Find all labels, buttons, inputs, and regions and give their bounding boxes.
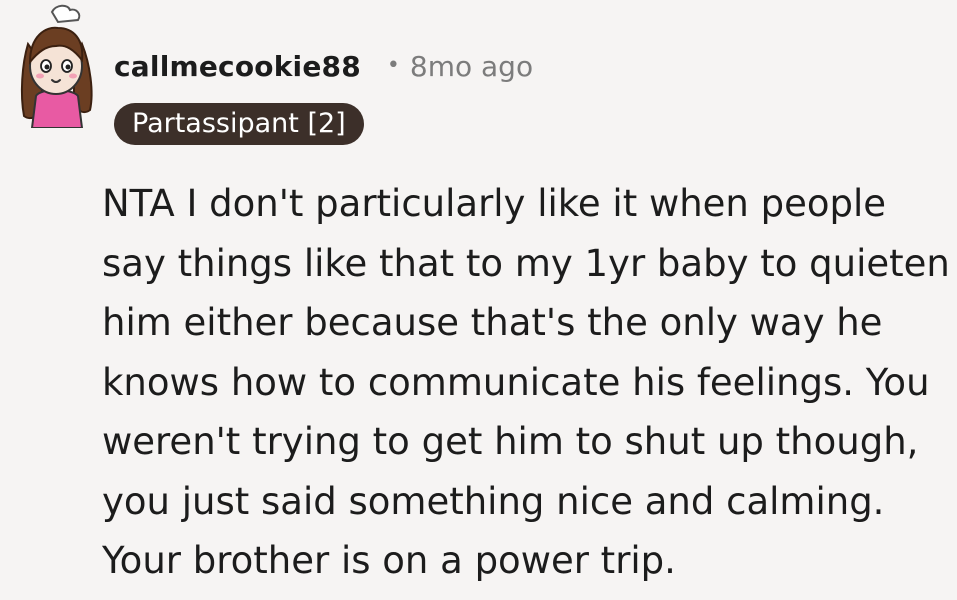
author-username[interactable]: callmecookie88 bbox=[114, 50, 361, 83]
comment: callmecookie88 • 8mo ago Partassipant [2… bbox=[0, 0, 957, 600]
comment-body-line: say things like that to my 1yr baby to q… bbox=[102, 241, 950, 285]
meta-separator: • bbox=[386, 53, 400, 78]
comment-body-line: NTA I don't particularly like it when pe… bbox=[102, 182, 887, 225]
comment-header: callmecookie88 • 8mo ago bbox=[114, 50, 533, 83]
comment-body-line: Your brother is on a power trip. bbox=[102, 539, 676, 582]
comment-body-line: knows how to communicate his feelings. Y… bbox=[102, 360, 930, 404]
comment-body: NTA I don't particularly like it when pe… bbox=[102, 174, 952, 591]
user-avatar-icon[interactable] bbox=[12, 4, 98, 128]
comment-body-line: you just said something nice and calming… bbox=[102, 479, 885, 523]
comment-body-line: him either because that's the only way h… bbox=[102, 301, 883, 344]
user-flair-badge: Partassipant [2] bbox=[114, 103, 364, 145]
comment-timestamp[interactable]: 8mo ago bbox=[410, 50, 533, 83]
comment-body-line: weren't trying to get him to shut up tho… bbox=[102, 420, 919, 463]
